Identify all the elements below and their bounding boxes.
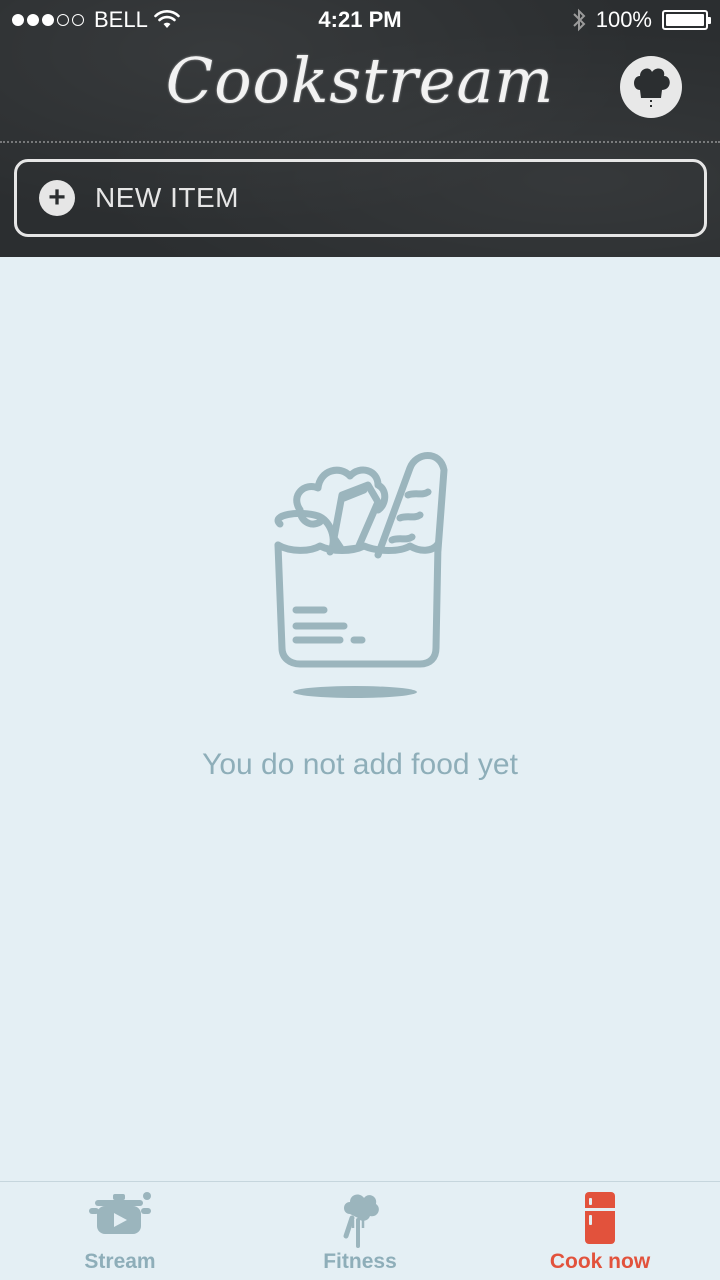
bluetooth-icon bbox=[573, 8, 586, 32]
header-divider bbox=[0, 141, 720, 143]
app-title: Cookstream bbox=[165, 44, 555, 117]
tab-cook-now[interactable]: Cook now bbox=[480, 1182, 720, 1280]
status-right: 100% bbox=[572, 7, 711, 33]
battery-percent: 100% bbox=[595, 7, 652, 32]
tab-stream[interactable]: Stream bbox=[0, 1182, 240, 1280]
status-bar: BELL 4:21 PM 100% bbox=[0, 0, 720, 40]
cooking-pot-icon bbox=[89, 1192, 151, 1234]
tab-bar: Stream Fitness Cook now bbox=[0, 1181, 720, 1280]
empty-state-message: You do not add food yet bbox=[202, 748, 518, 781]
tab-stream-label: Stream bbox=[84, 1250, 156, 1273]
new-item-label: NEW ITEM bbox=[95, 182, 239, 213]
chef-hat-icon bbox=[634, 68, 670, 110]
grocery-bag-icon bbox=[274, 452, 448, 698]
battery-icon bbox=[662, 10, 711, 30]
broccoli-fork-icon bbox=[343, 1194, 379, 1248]
header: BELL 4:21 PM 100% Cookstream + NEW ITEM bbox=[0, 0, 720, 257]
new-item-button[interactable]: + NEW ITEM bbox=[14, 159, 707, 237]
plus-circle-icon: + bbox=[39, 180, 75, 216]
profile-button[interactable] bbox=[620, 56, 682, 118]
fridge-icon bbox=[585, 1192, 615, 1244]
tab-cook-now-label: Cook now bbox=[549, 1250, 651, 1273]
tab-fitness-label: Fitness bbox=[323, 1250, 397, 1273]
tab-fitness[interactable]: Fitness bbox=[240, 1182, 480, 1280]
